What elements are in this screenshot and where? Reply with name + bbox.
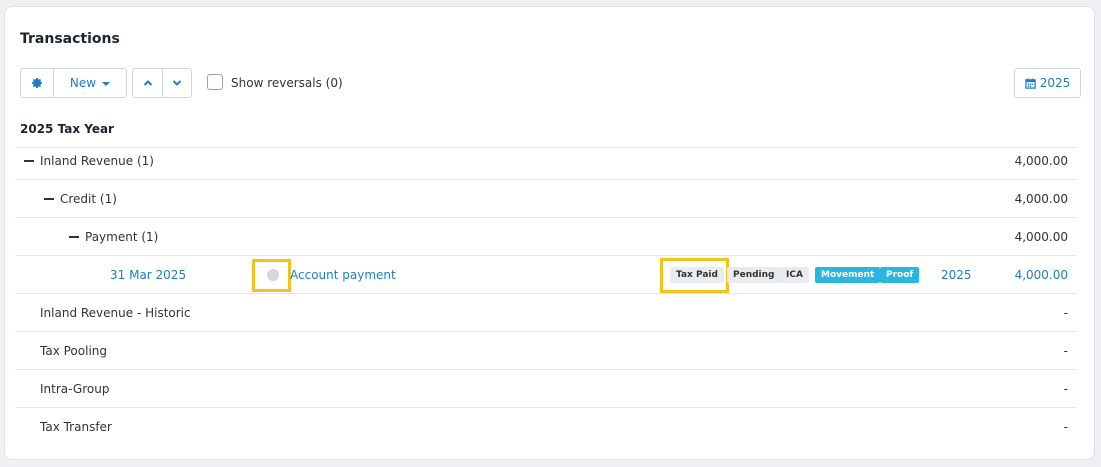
group-row-inland-revenue-historic[interactable]: Inland Revenue - Historic - bbox=[15, 294, 1076, 332]
settings-button[interactable] bbox=[21, 69, 53, 97]
move-up-button[interactable] bbox=[133, 69, 162, 97]
new-button-label: New bbox=[69, 76, 97, 90]
collapse-icon[interactable] bbox=[69, 236, 79, 238]
group-amount: 4,000.00 bbox=[1014, 154, 1068, 168]
group-row-intra-group[interactable]: Intra-Group - bbox=[15, 370, 1076, 408]
chevron-down-icon bbox=[172, 80, 182, 86]
calendar-icon bbox=[1024, 77, 1036, 89]
reorder-group bbox=[132, 68, 192, 98]
transaction-row[interactable]: 31 Mar 2025 Account payment Tax Paid Pen… bbox=[15, 256, 1076, 294]
move-down-button[interactable] bbox=[162, 69, 191, 97]
group-amount: 4,000.00 bbox=[1014, 230, 1068, 244]
caret-down-icon bbox=[102, 81, 111, 86]
group-label: Tax Pooling bbox=[40, 344, 107, 358]
show-reversals-label[interactable]: Show reversals (0) bbox=[231, 76, 343, 90]
group-label: Tax Transfer bbox=[40, 420, 112, 434]
group-amount: - bbox=[1063, 306, 1068, 320]
tag-pending[interactable]: Pending bbox=[727, 267, 781, 283]
group-amount: 4,000.00 bbox=[1014, 192, 1068, 206]
transaction-amount[interactable]: 4,000.00 bbox=[1015, 268, 1068, 282]
section-header: 2025 Tax Year bbox=[20, 122, 114, 136]
year-filter-label: 2025 bbox=[1039, 76, 1071, 90]
group-label: Credit (1) bbox=[60, 192, 117, 206]
settings-new-group: New bbox=[20, 68, 127, 98]
transaction-year[interactable]: 2025 bbox=[941, 268, 972, 282]
tag-proof[interactable]: Proof bbox=[880, 267, 920, 283]
group-row-tax-pooling[interactable]: Tax Pooling - bbox=[15, 332, 1076, 370]
year-filter-button[interactable]: 2025 bbox=[1014, 68, 1081, 98]
group-row-credit[interactable]: Credit (1) 4,000.00 bbox=[15, 180, 1076, 218]
group-amount: - bbox=[1063, 344, 1068, 358]
status-dot-icon[interactable] bbox=[267, 269, 279, 281]
transaction-description[interactable]: Account payment bbox=[290, 268, 396, 282]
group-label: Intra-Group bbox=[40, 382, 110, 396]
group-row-payment[interactable]: Payment (1) 4,000.00 bbox=[15, 218, 1076, 256]
collapse-icon[interactable] bbox=[24, 160, 34, 162]
tag-tax-paid[interactable]: Tax Paid bbox=[670, 267, 724, 283]
collapse-icon[interactable] bbox=[44, 198, 54, 200]
transaction-date[interactable]: 31 Mar 2025 bbox=[110, 268, 186, 282]
panel-title: Transactions bbox=[20, 31, 120, 47]
group-row-tax-transfer[interactable]: Tax Transfer - bbox=[15, 408, 1076, 446]
group-label: Payment (1) bbox=[85, 230, 159, 244]
new-button[interactable]: New bbox=[53, 69, 126, 97]
group-amount: - bbox=[1063, 382, 1068, 396]
tag-movement[interactable]: Movement bbox=[815, 267, 881, 283]
tag-ica[interactable]: ICA bbox=[780, 267, 809, 283]
show-reversals-checkbox[interactable] bbox=[207, 74, 223, 90]
group-row-inland-revenue[interactable]: Inland Revenue (1) 4,000.00 bbox=[15, 142, 1076, 180]
group-amount: - bbox=[1063, 420, 1068, 434]
chevron-up-icon bbox=[143, 80, 152, 86]
gear-icon bbox=[32, 78, 42, 88]
group-label: Inland Revenue - Historic bbox=[40, 306, 191, 320]
group-label: Inland Revenue (1) bbox=[40, 154, 154, 168]
